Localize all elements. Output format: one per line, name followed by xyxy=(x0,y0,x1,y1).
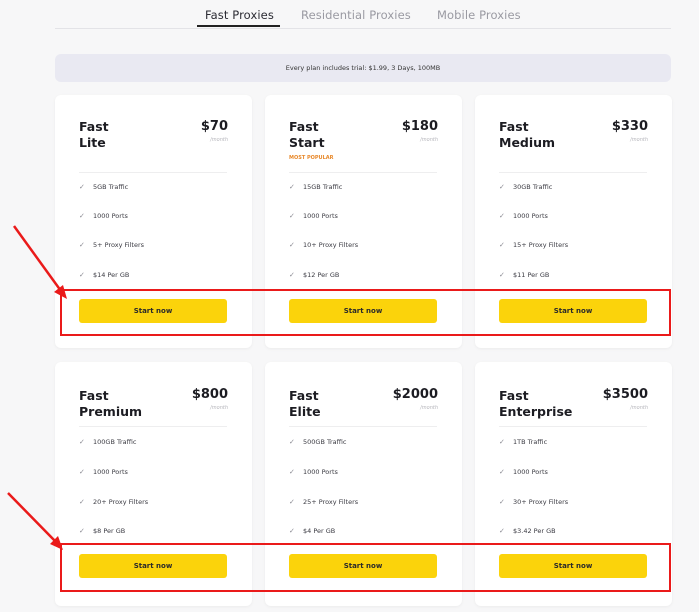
red-arrow-icon xyxy=(12,225,67,299)
red-arrow-icon xyxy=(7,492,63,550)
annotation-arrows xyxy=(7,225,67,550)
